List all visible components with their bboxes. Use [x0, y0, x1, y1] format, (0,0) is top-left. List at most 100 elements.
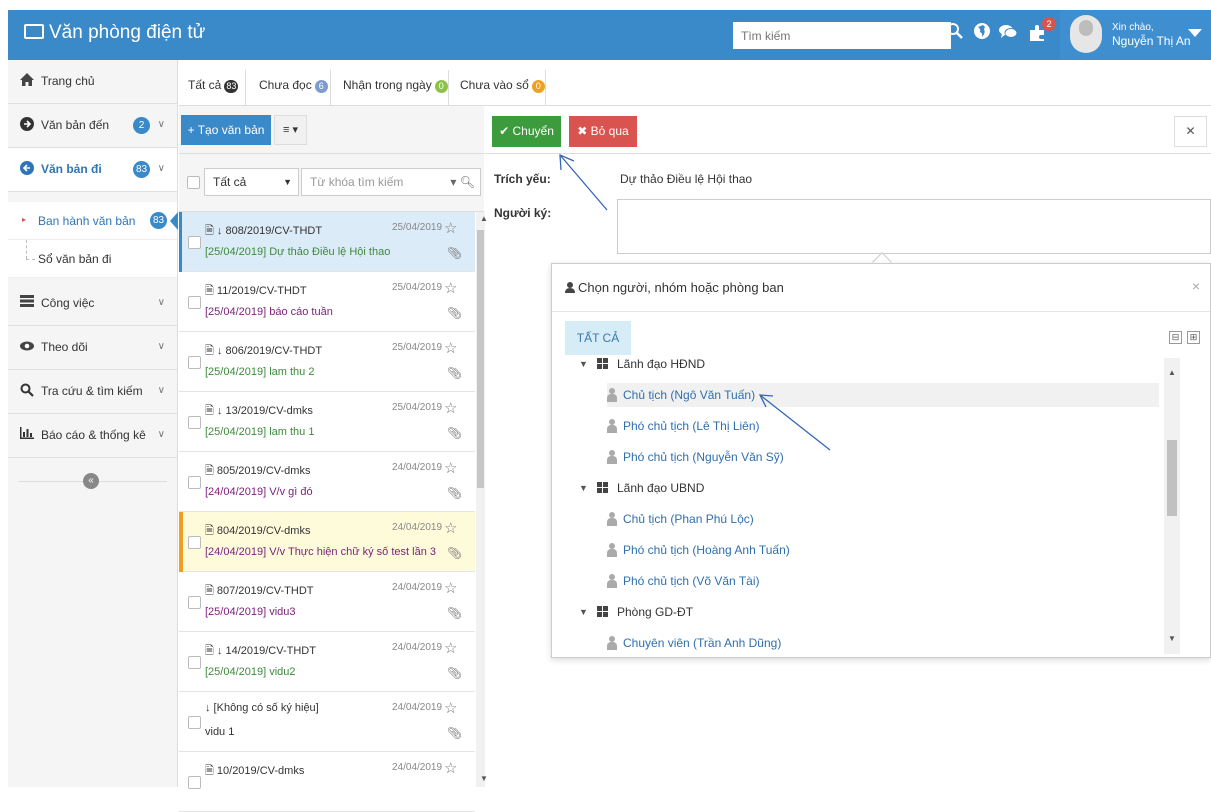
document-row[interactable]: 🗎 ↓ 806/2019/CV-THDT 25/04/2019 ☆ 📎︎ [25/04/…	[179, 332, 475, 392]
star-icon[interactable]: ☆	[444, 759, 457, 777]
row-checkbox[interactable]	[188, 416, 201, 429]
star-icon[interactable]: ☆	[444, 279, 457, 297]
row-checkbox[interactable]	[188, 356, 201, 369]
document-row[interactable]: 🗎 804/2019/CV-dmks 24/04/2019 ☆ 📎︎ [24/04/20…	[179, 512, 475, 572]
sidebar-item-search[interactable]: Tra cứu & tìm kiếm ∨	[8, 370, 177, 414]
tab-bar: Tất cả 83 Chưa đọc 6 Nhận trong ngày 0 Chưa…	[179, 60, 1211, 106]
tree-person[interactable]: Chuyên viên (Trần Anh Dũng)	[607, 631, 1159, 654]
tab-all[interactable]: Tất cả 83	[188, 78, 239, 93]
document-number: 🗎 10/2019/CV-dmks	[205, 765, 305, 777]
list-scrollbar[interactable]: ▲ ▼	[476, 212, 488, 787]
list-menu-button[interactable]: ≡ ▾	[274, 115, 307, 145]
create-document-button[interactable]: + Tạo văn bản	[181, 115, 271, 145]
keyword-search-input[interactable]: Từ khóa tìm kiếm ▾ 🔍︎	[301, 168, 481, 196]
tab-today[interactable]: Nhận trong ngày 0	[343, 78, 448, 93]
sidebar-subitem-register[interactable]: Sổ văn bản đi	[8, 240, 177, 278]
sidebar-item-follow[interactable]: Theo dõi ∨	[8, 326, 177, 370]
row-checkbox[interactable]	[188, 236, 201, 249]
tree-group[interactable]: ▼ Lãnh đạo UBND	[579, 476, 1159, 500]
tab-unregistered[interactable]: Chưa vào sổ 0	[460, 78, 545, 93]
star-icon[interactable]: ☆	[444, 459, 457, 477]
row-checkbox[interactable]	[188, 776, 201, 789]
tab-unread[interactable]: Chưa đọc 6	[259, 78, 328, 93]
star-icon[interactable]: ☆	[444, 639, 457, 657]
document-date: 24/04/2019	[392, 762, 443, 773]
tree-group[interactable]: ▼ Lãnh đạo HĐND	[579, 358, 1159, 376]
document-row[interactable]: 🗎 ↓ 13/2019/CV-dmks 25/04/2019 ☆ 📎︎ [25/04/2…	[179, 392, 475, 452]
tree-group[interactable]: ▼ Phòng GD-ĐT	[579, 600, 1159, 624]
row-checkbox[interactable]	[188, 476, 201, 489]
chevron-down-icon: ∨	[157, 297, 165, 308]
globe-icon[interactable]	[970, 22, 994, 46]
caret-down-icon[interactable]: ▼	[579, 600, 588, 624]
tree-person[interactable]: Chủ tịch (Ngô Văn Tuấn)	[607, 383, 1159, 407]
tab-divider	[330, 70, 331, 106]
document-row[interactable]: 🗎 807/2019/CV-THDT 24/04/2019 ☆ 📎︎ [25/04/20…	[179, 572, 475, 632]
tree-person[interactable]: Phó chủ tịch (Hoàng Anh Tuấn)	[607, 538, 1159, 562]
filter-select-value: Tất cả	[213, 175, 247, 189]
document-row[interactable]: 🗎 ↓ 14/2019/CV-THDT 24/04/2019 ☆ 📎︎ [25/04/2…	[179, 632, 475, 692]
filter-select[interactable]: Tất cả ▼	[204, 168, 299, 196]
signer-input[interactable]	[617, 199, 1211, 254]
attachment-icon: 📎︎	[447, 306, 463, 320]
expand-icon[interactable]: ✕	[1174, 116, 1207, 147]
filter-search-icon[interactable]: ▾ 🔍︎	[450, 169, 475, 195]
recipient-tree: ▼ Lãnh đạo HĐND Chủ tịch (Ngô Văn Tuấn) Phó…	[552, 358, 1164, 654]
star-icon[interactable]: ☆	[444, 579, 457, 597]
document-list: 🗎 ↓ 808/2019/CV-THDT 25/04/2019 ☆ 📎︎ [25/04/…	[179, 212, 475, 812]
app-title[interactable]: Văn phòng điện tử	[24, 22, 205, 44]
scroll-up-icon[interactable]: ▲	[1168, 368, 1176, 377]
attachment-icon: 📎︎	[447, 546, 463, 560]
sidebar-item-home[interactable]: Trang chủ	[8, 60, 177, 104]
scroll-down-icon[interactable]: ▼	[1168, 634, 1176, 643]
tree-scrollbar[interactable]: ▲ ▼	[1164, 358, 1180, 654]
tree-person[interactable]: Chủ tịch (Phan Phú Lộc)	[607, 507, 1159, 531]
row-checkbox[interactable]	[188, 536, 201, 549]
sidebar-subitem-issue[interactable]: ▸ Ban hành văn bản 83	[8, 202, 178, 240]
caret-down-icon[interactable]: ▼	[579, 358, 588, 376]
tree-person[interactable]: Phó chủ tịch (Lê Thị Liên)	[607, 414, 1159, 438]
document-row[interactable]: 🗎 ↓ 808/2019/CV-THDT 25/04/2019 ☆ 📎︎ [25/04/…	[179, 212, 475, 272]
star-icon[interactable]: ☆	[444, 219, 457, 237]
star-icon[interactable]: ☆	[444, 699, 457, 717]
document-subject: [25/04/2019] báo cáo tuần	[205, 306, 333, 318]
document-row[interactable]: ↓ [Không có số ký hiệu] 24/04/2019 ☆ 📎︎ vidu…	[179, 692, 475, 752]
star-icon[interactable]: ☆	[444, 399, 457, 417]
sidebar-item-work[interactable]: Công việc ∨	[8, 282, 177, 326]
row-checkbox[interactable]	[188, 596, 201, 609]
document-number: 🗎 11/2019/CV-THDT	[205, 285, 307, 297]
search-input[interactable]	[733, 22, 951, 49]
row-checkbox[interactable]	[188, 656, 201, 669]
expand-all-icon[interactable]: ⊞	[1187, 331, 1200, 344]
user-menu[interactable]: Xin chào, Nguyễn Thị An	[1060, 10, 1211, 60]
user-name: Nguyễn Thị An	[1112, 34, 1191, 48]
caret-down-icon[interactable]: ▼	[579, 476, 588, 500]
document-row[interactable]: 🗎 10/2019/CV-dmks 24/04/2019 ☆	[179, 752, 475, 812]
row-checkbox[interactable]	[188, 716, 201, 729]
sidebar-item-outgoing[interactable]: Văn bản đi 83 ∨	[8, 148, 177, 192]
collapse-all-icon[interactable]: ⊟	[1169, 331, 1182, 344]
tree-person[interactable]: Phó chủ tịch (Võ Văn Tài)	[607, 569, 1159, 593]
scroll-up-icon[interactable]: ▲	[480, 214, 488, 223]
collapse-sidebar-button[interactable]: «	[83, 473, 99, 489]
skip-button[interactable]: ✖ Bỏ qua	[569, 116, 637, 147]
chat-icon[interactable]	[996, 22, 1020, 46]
scroll-down-icon[interactable]: ▼	[480, 774, 488, 783]
row-checkbox[interactable]	[188, 296, 201, 309]
document-row[interactable]: 🗎 11/2019/CV-THDT 25/04/2019 ☆ 📎︎ [25/04/201…	[179, 272, 475, 332]
close-icon[interactable]: ×	[1192, 278, 1200, 294]
sidebar-item-reports[interactable]: Báo cáo & thống kê ∨	[8, 414, 177, 458]
search-icon	[20, 383, 34, 397]
forward-button[interactable]: ✔ Chuyển	[492, 116, 561, 147]
star-icon[interactable]: ☆	[444, 339, 457, 357]
document-number: 🗎 ↓ 13/2019/CV-dmks	[205, 405, 313, 417]
tab-all-recipients[interactable]: TẤT CẢ	[565, 321, 631, 355]
search-icon[interactable]	[943, 22, 967, 46]
select-all-checkbox[interactable]	[187, 176, 200, 189]
tree-person[interactable]: Phó chủ tịch (Nguyễn Văn Sỹ)	[607, 445, 1159, 469]
sidebar-item-incoming[interactable]: Văn bản đến 2 ∨	[8, 104, 177, 148]
scrollbar-thumb[interactable]	[477, 230, 484, 488]
scrollbar-thumb[interactable]	[1167, 440, 1177, 516]
star-icon[interactable]: ☆	[444, 519, 457, 537]
document-row[interactable]: 🗎 805/2019/CV-dmks 24/04/2019 ☆ 📎︎ [24/04/20…	[179, 452, 475, 512]
